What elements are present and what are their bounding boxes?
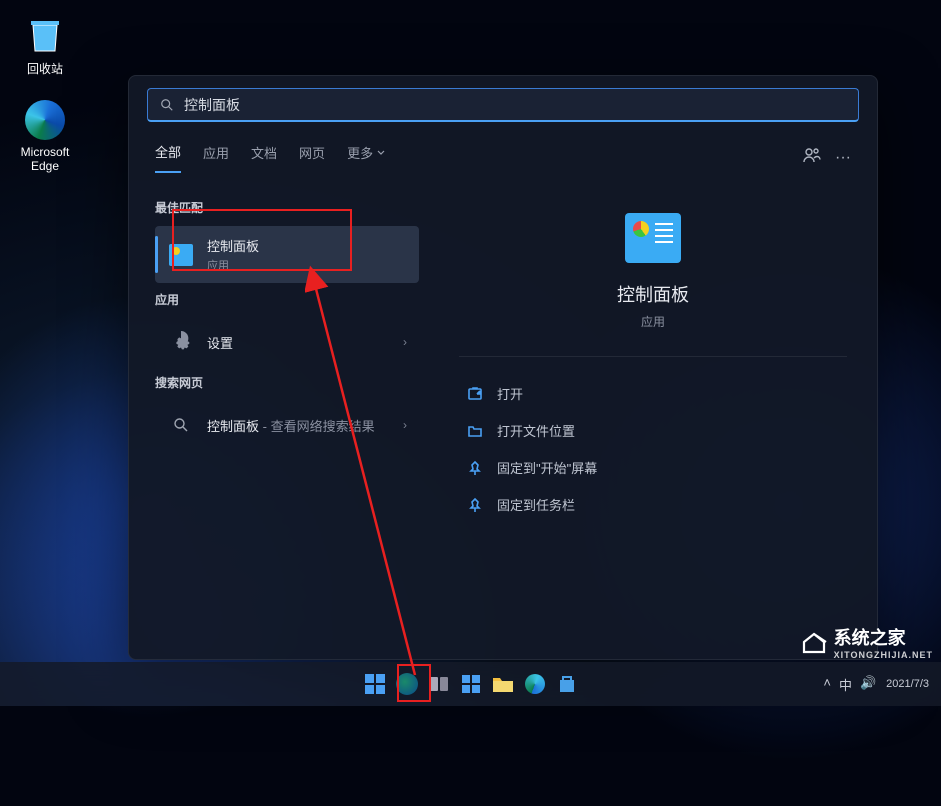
- search-icon: [173, 417, 189, 433]
- search-input[interactable]: [184, 97, 846, 113]
- section-web: 搜索网页: [155, 374, 419, 391]
- action-pin-start[interactable]: 固定到"开始"屏幕: [459, 449, 847, 486]
- taskbar-search[interactable]: [394, 671, 420, 697]
- result-web-search[interactable]: 控制面板 - 查看网络搜索结果 ›: [155, 401, 419, 449]
- folder-icon: [467, 423, 483, 439]
- widgets-icon: [461, 674, 481, 694]
- desktop-icon-label: Microsoft Edge: [10, 145, 80, 173]
- tab-all[interactable]: 全部: [155, 142, 181, 173]
- store-icon: [557, 674, 577, 694]
- section-best-match: 最佳匹配: [155, 199, 419, 216]
- taskbar: ˄ 中 🔊 2021/7/3: [0, 662, 941, 706]
- desktop-icon-edge[interactable]: Microsoft Edge: [10, 100, 80, 173]
- control-panel-icon: [169, 244, 193, 266]
- tab-documents[interactable]: 文档: [251, 143, 277, 172]
- result-title: 设置: [207, 333, 403, 352]
- desktop-icon-label: 回收站: [10, 60, 80, 77]
- taskview-icon: [429, 676, 449, 692]
- edge-icon: [525, 674, 545, 694]
- action-pin-taskbar[interactable]: 固定到任务栏: [459, 486, 847, 523]
- chevron-right-icon: ›: [403, 335, 407, 349]
- taskbar-tray: ˄ 中 🔊 2021/7/3: [823, 675, 929, 694]
- result-control-panel[interactable]: 控制面板 应用: [155, 226, 419, 283]
- watermark: 系统之家 XITONGZHIJIA.NET: [800, 624, 933, 660]
- action-open-location[interactable]: 打开文件位置: [459, 412, 847, 449]
- tab-more[interactable]: 更多: [347, 143, 385, 172]
- detail-title: 控制面板: [459, 281, 847, 307]
- detail-pane: 控制面板 应用 打开 打开文件位置 固定到"开始"屏幕 固定到任务栏: [429, 173, 877, 659]
- pin-icon: [467, 497, 483, 513]
- control-panel-icon-large: [625, 213, 681, 263]
- open-icon: [467, 386, 483, 402]
- taskbar-explorer[interactable]: [490, 671, 516, 697]
- start-icon: [365, 674, 385, 694]
- tray-volume-icon[interactable]: 🔊: [860, 675, 876, 694]
- tray-ime-icon[interactable]: 中: [839, 675, 852, 694]
- tray-chevron-icon[interactable]: ˄: [823, 675, 831, 694]
- taskbar-taskview[interactable]: [426, 671, 452, 697]
- edge-icon: [25, 100, 65, 140]
- desktop-icon-recycle-bin[interactable]: 回收站: [10, 15, 80, 77]
- results-pane: 最佳匹配 控制面板 应用 应用 设置 › 搜: [129, 173, 429, 659]
- result-settings[interactable]: 设置 ›: [155, 318, 419, 366]
- detail-sub: 应用: [459, 313, 847, 330]
- tab-web[interactable]: 网页: [299, 143, 325, 172]
- taskbar-widgets[interactable]: [458, 671, 484, 697]
- result-title: 控制面板 - 查看网络搜索结果: [207, 416, 403, 435]
- more-icon[interactable]: ···: [835, 149, 851, 167]
- recycle-bin-icon: [25, 15, 65, 55]
- search-bar[interactable]: [147, 88, 859, 122]
- search-tabs: 全部 应用 文档 网页 更多 ···: [129, 142, 877, 173]
- tab-apps[interactable]: 应用: [203, 143, 229, 172]
- gear-icon: [170, 331, 192, 353]
- divider: [459, 356, 847, 357]
- section-apps: 应用: [155, 291, 419, 308]
- taskbar-clock[interactable]: 2021/7/3: [886, 678, 929, 690]
- pin-icon: [467, 460, 483, 476]
- chevron-right-icon: ›: [403, 418, 407, 432]
- watermark-icon: [800, 628, 828, 656]
- search-panel: 全部 应用 文档 网页 更多 ··· 最佳匹配 控制面板 应用: [128, 75, 878, 660]
- taskbar-edge[interactable]: [522, 671, 548, 697]
- search-orb-icon: [396, 673, 418, 695]
- folder-icon: [492, 675, 514, 693]
- taskbar-store[interactable]: [554, 671, 580, 697]
- taskbar-start[interactable]: [362, 671, 388, 697]
- result-title: 控制面板: [207, 236, 407, 255]
- result-sub: 应用: [207, 257, 407, 273]
- action-open[interactable]: 打开: [459, 375, 847, 412]
- search-icon: [160, 98, 174, 112]
- chevron-down-icon: [377, 149, 385, 157]
- accounts-icon[interactable]: [803, 146, 821, 169]
